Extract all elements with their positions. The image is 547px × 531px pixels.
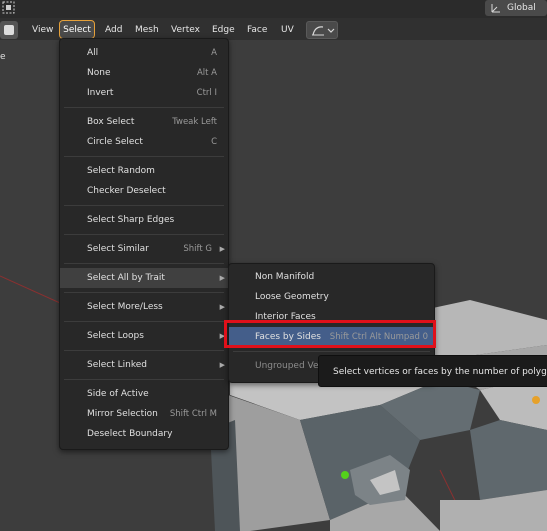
submenu-arrow-icon: ▶ — [219, 245, 225, 253]
menu-item-box-select[interactable]: Box Select Tweak Left — [60, 112, 228, 132]
menu-item-select-loops[interactable]: Select Loops ▶ — [60, 326, 228, 346]
menu-separator — [64, 234, 224, 235]
menu-separator — [233, 351, 430, 352]
tool-header — [0, 0, 547, 18]
menu-add[interactable]: Add — [102, 21, 125, 39]
menu-item-select-sharp-edges[interactable]: Select Sharp Edges — [60, 210, 228, 230]
menu-item-side-of-active[interactable]: Side of Active — [60, 384, 228, 404]
proportional-falloff-dropdown[interactable] — [306, 21, 338, 39]
menu-item-invert[interactable]: Invert Ctrl I — [60, 83, 228, 103]
menu-separator — [64, 156, 224, 157]
menu-view[interactable]: View — [29, 21, 56, 39]
menu-item-non-manifold[interactable]: Non Manifold — [229, 267, 434, 287]
orientation-label: Global — [507, 3, 536, 13]
menu-item-checker-deselect[interactable]: Checker Deselect — [60, 181, 228, 201]
menu-item-none[interactable]: None Alt A — [60, 63, 228, 83]
menu-item-mirror-selection[interactable]: Mirror Selection Shift Ctrl M — [60, 404, 228, 424]
menu-separator — [64, 379, 224, 380]
menu-item-select-similar[interactable]: Select Similar Shift G ▶ — [60, 239, 228, 259]
menu-item-circle-select[interactable]: Circle Select C — [60, 132, 228, 152]
menu-separator — [64, 263, 224, 264]
menu-item-all[interactable]: All A — [60, 43, 228, 63]
menu-item-loose-geometry[interactable]: Loose Geometry — [229, 287, 434, 307]
menu-mesh[interactable]: Mesh — [132, 21, 162, 39]
green-vertex-dot — [341, 471, 349, 479]
orientation-axes-icon — [491, 4, 500, 13]
menu-separator — [64, 107, 224, 108]
select-box-icon[interactable] — [0, 0, 18, 16]
menu-separator — [64, 205, 224, 206]
menu-uv[interactable]: UV — [278, 21, 297, 39]
select-menu: All A None Alt A Invert Ctrl I Box Select Tw… — [59, 38, 229, 450]
menu-edge[interactable]: Edge — [209, 21, 238, 39]
submenu-arrow-icon: ▶ — [219, 274, 225, 282]
menu-item-select-random[interactable]: Select Random — [60, 161, 228, 181]
orange-vertex-dot — [532, 396, 540, 404]
tooltip: Select vertices or faces by the number o… — [318, 355, 547, 387]
menu-separator — [64, 321, 224, 322]
annotation-highlight-box — [224, 320, 436, 348]
menu-item-select-more-less[interactable]: Select More/Less ▶ — [60, 297, 228, 317]
viewport-header: View Select Add Mesh Vertex Edge Face UV… — [0, 0, 547, 40]
menu-face[interactable]: Face — [244, 21, 270, 39]
submenu-arrow-icon: ▶ — [219, 303, 225, 311]
menu-item-deselect-boundary[interactable]: Deselect Boundary — [60, 424, 228, 444]
menu-item-select-all-by-trait[interactable]: Select All by Trait ▶ — [60, 268, 228, 288]
falloff-curve-icon — [312, 26, 335, 36]
submenu-arrow-icon: ▶ — [219, 361, 225, 369]
menu-vertex[interactable]: Vertex — [168, 21, 203, 39]
menu-select[interactable]: Select — [59, 20, 95, 39]
tooltip-text: Select vertices or faces by the number o… — [333, 367, 547, 377]
transform-orientation-dropdown[interactable]: Global — [485, 0, 547, 16]
menu-separator — [64, 292, 224, 293]
side-panel-fragment: e — [0, 52, 6, 62]
menu-item-select-linked[interactable]: Select Linked ▶ — [60, 355, 228, 375]
mode-selector-icon[interactable] — [0, 21, 18, 39]
menu-separator — [64, 350, 224, 351]
